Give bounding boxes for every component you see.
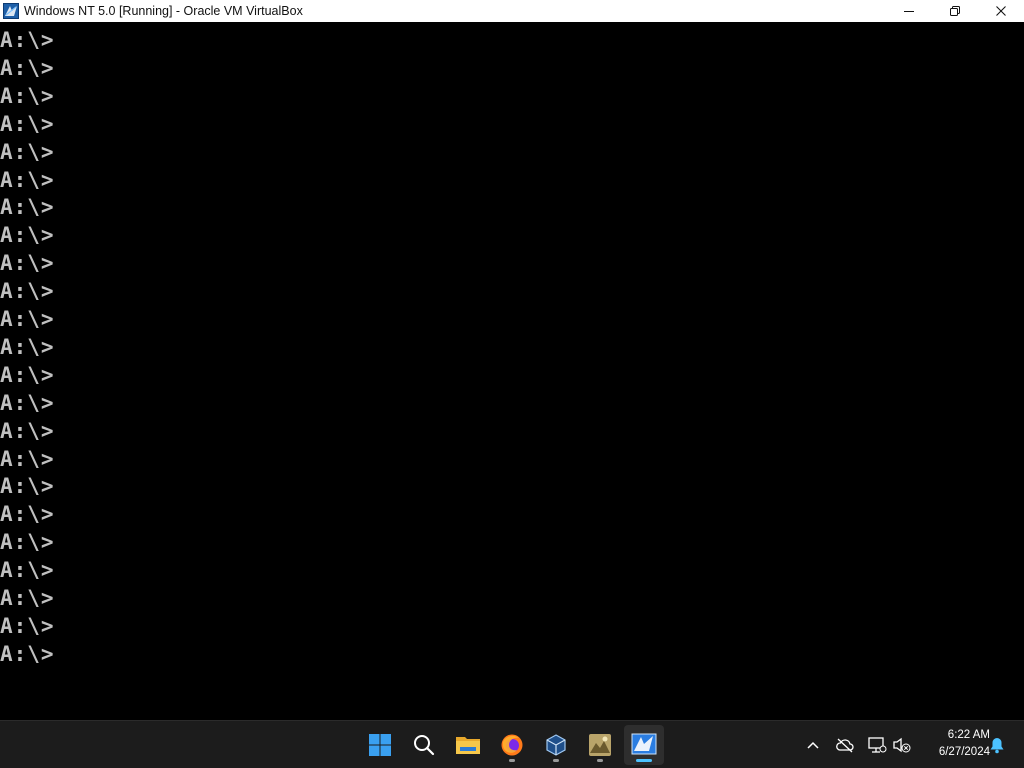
console-prompt-line: A:\> <box>0 586 55 610</box>
console-prompt-line: A:\> <box>0 167 55 192</box>
network-icon <box>868 737 887 753</box>
search-icon <box>414 735 435 756</box>
bell-icon <box>990 738 1004 754</box>
clock-date: 6/27/2024 <box>938 746 990 758</box>
minimize-icon <box>904 11 914 12</box>
vm-window-icon <box>631 733 657 755</box>
running-indicator <box>553 759 559 762</box>
console-prompt-line: A:\> <box>0 251 55 276</box>
console-prompt-line: A:\> <box>0 139 55 164</box>
firefox-button[interactable] <box>492 725 532 765</box>
console-prompt-line: A:\> <box>0 446 55 471</box>
console-prompt-line: A:\> <box>0 502 55 527</box>
close-icon <box>996 6 1006 16</box>
file-explorer-button[interactable] <box>448 725 488 765</box>
running-indicator <box>509 759 515 762</box>
console-prompt-line: A:\> <box>0 474 55 499</box>
console-prompt-line: A:\> <box>0 362 55 387</box>
active-indicator <box>636 759 652 762</box>
console-prompt-line: A:\> <box>0 279 55 304</box>
console-prompt-line: A:\> <box>0 195 55 220</box>
window-controls <box>886 0 1024 22</box>
console-prompt-line: A:\> <box>0 307 55 331</box>
restore-button[interactable] <box>932 0 978 22</box>
console-prompt-line: A:\> <box>0 334 55 359</box>
console-prompt-line: A:\> <box>0 558 55 583</box>
console-prompt-line: A:\> <box>0 641 55 666</box>
console-prompt-line: A:\> <box>0 111 55 136</box>
taskbar-clock[interactable]: 6:22 AM 6/27/2024 <box>918 727 990 761</box>
guest-console-screen[interactable]: A:\> A:\> A:\> A:\> A:\> A:\> A:\> A:\> A:\> A:\>… <box>0 22 1024 720</box>
console-prompt-line: A:\> <box>0 223 55 248</box>
search-button[interactable] <box>404 725 444 765</box>
virtualbox-manager-button[interactable] <box>536 725 576 765</box>
volume-muted-icon <box>893 737 911 753</box>
onedrive-tray-button[interactable] <box>835 735 855 755</box>
console-prompt-line: A:\> <box>0 55 55 80</box>
console-prompt-line: A:\> <box>0 530 55 555</box>
clock-time: 6:22 AM <box>947 729 990 741</box>
window-title: Windows NT 5.0 [Running] - Oracle VM Vir… <box>24 4 303 18</box>
taskbar: 6:22 AM 6/27/2024 <box>0 720 1024 768</box>
cloud-off-icon <box>836 738 854 753</box>
minimize-button[interactable] <box>886 0 932 22</box>
show-hidden-icons-button[interactable] <box>803 735 823 755</box>
notifications-button[interactable] <box>987 735 1007 755</box>
picture-icon <box>589 734 611 756</box>
restore-icon <box>950 6 960 16</box>
console-prompt-line: A:\> <box>0 418 55 443</box>
console-prompt-line: A:\> <box>0 613 55 638</box>
virtualbox-app-icon <box>2 2 20 20</box>
windows-logo-icon <box>369 734 391 756</box>
folder-icon <box>456 737 480 754</box>
console-prompt-line: A:\> <box>0 83 55 108</box>
title-bar[interactable]: Windows NT 5.0 [Running] - Oracle VM Vir… <box>0 0 1024 22</box>
virtualbox-icon <box>546 734 566 756</box>
image-app-button[interactable] <box>580 725 620 765</box>
close-button[interactable] <box>978 0 1024 22</box>
console-prompt-line: A:\> <box>0 28 55 52</box>
firefox-icon <box>501 734 523 756</box>
virtualbox-vm-window-button[interactable] <box>624 725 664 765</box>
start-button[interactable] <box>360 725 400 765</box>
virtualbox-window: Windows NT 5.0 [Running] - Oracle VM Vir… <box>0 0 1024 720</box>
volume-tray-button[interactable] <box>892 735 912 755</box>
chevron-up-icon <box>807 741 819 749</box>
running-indicator <box>597 759 603 762</box>
network-tray-button[interactable] <box>867 735 887 755</box>
console-prompt-line: A:\> <box>0 390 55 415</box>
